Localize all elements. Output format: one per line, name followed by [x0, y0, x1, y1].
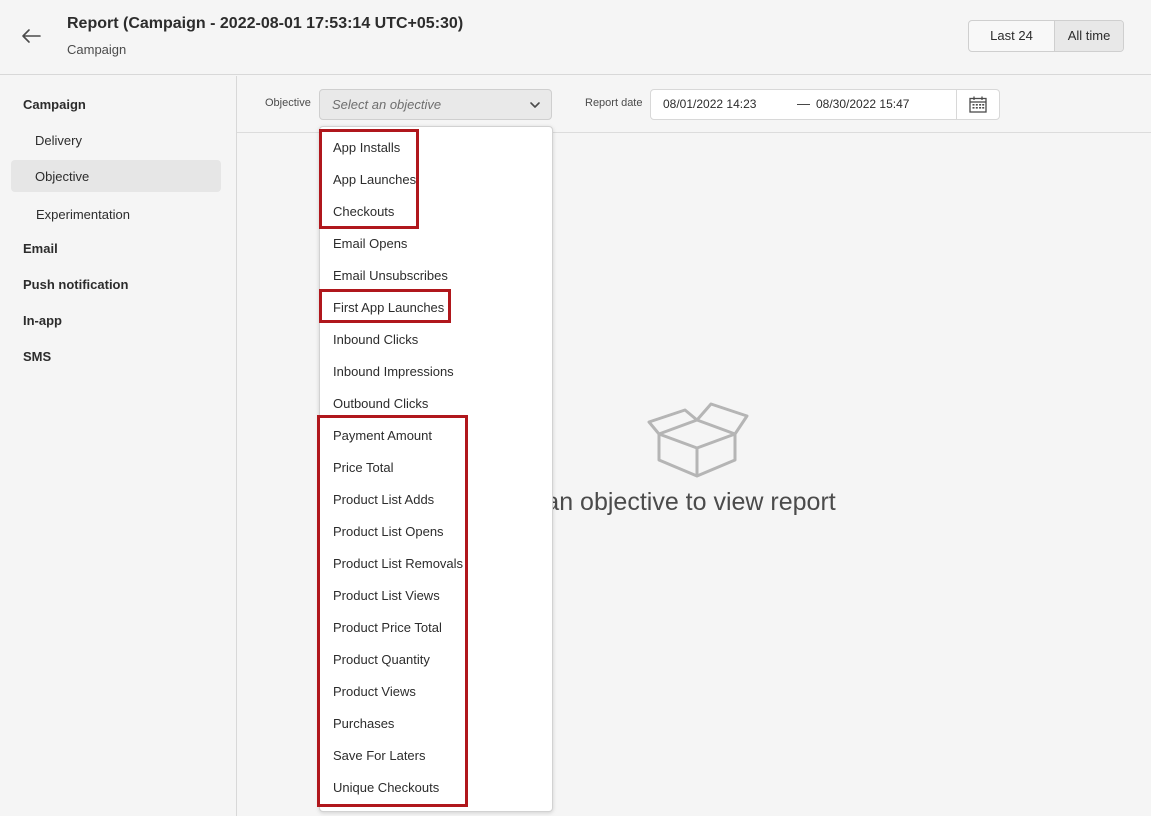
calendar-icon — [969, 96, 987, 113]
menu-item-product-quantity[interactable]: Product Quantity — [333, 652, 430, 667]
menu-item-product-list-opens[interactable]: Product List Opens — [333, 524, 444, 539]
last-24-hrs-button[interactable]: Last 24 hrs — [969, 21, 1055, 51]
back-button[interactable] — [18, 24, 44, 48]
page-title: Report (Campaign - 2022-08-01 17:53:14 U… — [67, 15, 464, 32]
menu-item-app-launches[interactable]: App Launches — [333, 172, 416, 187]
menu-item-product-list-views[interactable]: Product List Views — [333, 588, 440, 603]
report-date-range-field[interactable]: 08/01/2022 14:23 — 08/30/2022 15:47 — [650, 89, 1000, 120]
sidebar-item-campaign[interactable]: Campaign — [23, 97, 86, 112]
menu-item-first-app-launches[interactable]: First App Launches — [333, 300, 444, 315]
open-box-icon — [647, 402, 749, 478]
sidebar-item-push-notification[interactable]: Push notification — [23, 277, 128, 292]
date-end: 08/30/2022 15:47 — [816, 97, 910, 111]
calendar-button[interactable] — [956, 90, 999, 119]
menu-item-email-opens[interactable]: Email Opens — [333, 236, 407, 251]
menu-item-product-list-removals[interactable]: Product List Removals — [333, 556, 463, 571]
page-subtitle: Campaign — [67, 42, 127, 57]
sidebar-item-in-app[interactable]: In-app — [23, 313, 62, 328]
menu-item-inbound-impressions[interactable]: Inbound Impressions — [333, 364, 454, 379]
menu-item-outbound-clicks[interactable]: Outbound Clicks — [333, 396, 428, 411]
objective-label: Objective — [265, 97, 311, 109]
report-date-label: Report date — [585, 97, 643, 109]
objective-select[interactable]: Select an objective — [319, 89, 552, 120]
sidebar-item-delivery[interactable]: Delivery — [35, 133, 82, 148]
menu-item-product-price-total[interactable]: Product Price Total — [333, 620, 442, 635]
objective-placeholder: Select an objective — [332, 97, 442, 112]
date-separator: — — [797, 96, 810, 111]
menu-item-payment-amount[interactable]: Payment Amount — [333, 428, 432, 443]
menu-item-save-for-laters[interactable]: Save For Laters — [333, 748, 426, 763]
menu-item-purchases[interactable]: Purchases — [333, 716, 394, 731]
chevron-down-icon — [530, 102, 540, 108]
empty-state-message: ect an objective to view report — [505, 488, 836, 516]
sidebar-item-experimentation[interactable]: Experimentation — [36, 207, 130, 222]
menu-item-price-total[interactable]: Price Total — [333, 460, 393, 475]
menu-item-unique-checkouts[interactable]: Unique Checkouts — [333, 780, 439, 795]
menu-item-app-installs[interactable]: App Installs — [333, 140, 400, 155]
arrow-left-icon — [22, 29, 41, 43]
report-header: Report (Campaign - 2022-08-01 17:53:14 U… — [0, 0, 1151, 75]
date-start: 08/01/2022 14:23 — [663, 97, 757, 111]
report-sidebar: Campaign Delivery Objective Experimentat… — [0, 76, 237, 816]
sidebar-item-email[interactable]: Email — [23, 241, 58, 256]
menu-item-product-list-adds[interactable]: Product List Adds — [333, 492, 434, 507]
sidebar-item-objective[interactable]: Objective — [35, 169, 89, 184]
sidebar-item-sms[interactable]: SMS — [23, 349, 51, 364]
menu-item-email-unsubscribes[interactable]: Email Unsubscribes — [333, 268, 448, 283]
all-time-button[interactable]: All time — [1055, 21, 1123, 51]
menu-item-inbound-clicks[interactable]: Inbound Clicks — [333, 332, 418, 347]
time-range-toggle: Last 24 hrs All time — [968, 20, 1124, 52]
objective-dropdown-menu: App Installs App Launches Checkouts Emai… — [319, 126, 553, 812]
menu-item-checkouts[interactable]: Checkouts — [333, 204, 394, 219]
menu-item-product-views[interactable]: Product Views — [333, 684, 416, 699]
